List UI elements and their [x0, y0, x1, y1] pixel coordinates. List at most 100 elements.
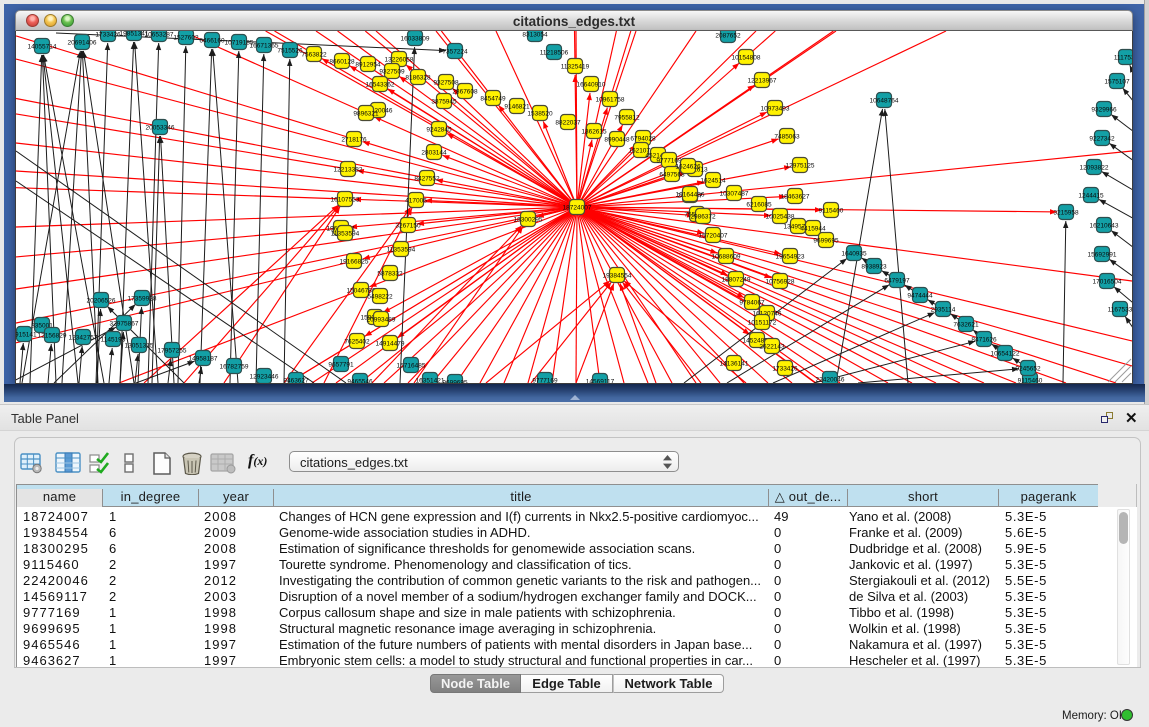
svg-text:20206526: 20206526	[87, 297, 116, 304]
svg-text:9463627: 9463627	[283, 377, 309, 383]
svg-text:18807249: 18807249	[722, 276, 751, 283]
svg-text:1167533: 1167533	[1108, 306, 1132, 313]
svg-text:9227342: 9227342	[1089, 135, 1115, 142]
svg-text:11353594: 11353594	[387, 246, 416, 253]
svg-text:9146821: 9146821	[504, 103, 530, 110]
svg-text:15692991: 15692991	[1088, 251, 1117, 258]
svg-text:12342757: 12342757	[69, 334, 98, 341]
svg-text:16782759: 16782759	[220, 363, 249, 370]
svg-text:14958187: 14958187	[189, 355, 218, 362]
svg-text:1538520: 1538520	[527, 110, 553, 117]
svg-text:1362615: 1362615	[581, 128, 607, 135]
svg-text:16033809: 16033809	[401, 35, 430, 42]
svg-text:9115460: 9115460	[819, 207, 844, 214]
svg-text:9465546: 9465546	[347, 378, 373, 383]
svg-text:11353594: 11353594	[331, 230, 360, 237]
svg-text:20053346: 20053346	[146, 124, 175, 131]
svg-text:10653287: 10653287	[145, 31, 174, 38]
svg-text:9657791: 9657791	[328, 361, 354, 368]
svg-text:16210643: 16210643	[1090, 222, 1119, 229]
svg-text:12213382: 12213382	[334, 166, 363, 173]
svg-text:2803144: 2803144	[421, 149, 447, 156]
svg-text:13226058: 13226058	[385, 56, 414, 63]
svg-text:14136141: 14136141	[720, 360, 749, 367]
svg-text:9777169: 9777169	[532, 377, 558, 383]
svg-text:2986372: 2986372	[690, 213, 716, 220]
svg-text:9242845: 9242845	[426, 126, 452, 133]
svg-text:12093822: 12093822	[1080, 164, 1109, 171]
svg-text:20993489: 20993489	[367, 316, 396, 323]
svg-text:10025438: 10025438	[766, 213, 795, 220]
svg-text:1733426: 1733426	[95, 31, 121, 38]
svg-text:8660128: 8660128	[329, 58, 355, 65]
svg-text:9699695: 9699695	[442, 379, 468, 383]
svg-text:13051315: 13051315	[125, 342, 154, 349]
svg-text:1244415: 1244415	[1078, 192, 1104, 199]
svg-text:17016504: 17016504	[1093, 278, 1122, 285]
svg-text:11218506: 11218506	[540, 49, 569, 56]
svg-text:417006: 417006	[405, 197, 427, 204]
svg-text:1117532: 1117532	[1114, 54, 1132, 61]
svg-text:6216085: 6216085	[746, 201, 772, 208]
svg-text:2935114: 2935114	[931, 306, 956, 313]
svg-text:2522143: 2522143	[759, 343, 785, 350]
svg-text:22420046: 22420046	[816, 376, 845, 383]
svg-text:16351421: 16351421	[416, 377, 445, 383]
svg-text:1527602: 1527602	[173, 34, 199, 41]
svg-text:10648764: 10648764	[870, 97, 899, 104]
svg-text:12975125: 12975125	[786, 162, 815, 169]
svg-text:8186328: 8186328	[405, 74, 431, 81]
svg-text:11325419: 11325419	[561, 63, 590, 70]
svg-text:16107553: 16107553	[331, 196, 360, 203]
svg-text:6479197: 6479197	[884, 277, 910, 284]
svg-text:5498222: 5498222	[367, 293, 393, 300]
svg-text:9329966: 9329966	[1091, 106, 1117, 113]
svg-text:18300295: 18300295	[514, 216, 543, 223]
svg-text:14569117: 14569117	[586, 378, 615, 383]
svg-text:17359928: 17359928	[128, 295, 157, 302]
svg-text:32975867: 32975867	[110, 320, 139, 327]
svg-text:12923446: 12923446	[250, 373, 279, 380]
svg-text:15716485: 15716485	[397, 362, 426, 369]
svg-text:9784067: 9784067	[739, 299, 765, 306]
svg-text:8912954: 8912954	[355, 61, 381, 68]
svg-text:12213967: 12213967	[748, 77, 777, 84]
svg-text:9896321: 9896321	[353, 110, 379, 117]
svg-text:7357224: 7357224	[442, 48, 468, 55]
svg-text:8938923: 8938923	[861, 263, 887, 270]
svg-text:6466160: 6466160	[199, 37, 225, 44]
svg-text:8454749: 8454749	[480, 95, 506, 102]
svg-text:10151172: 10151172	[748, 319, 777, 326]
svg-text:19654923: 19654923	[776, 253, 805, 260]
svg-text:7955812: 7955812	[614, 114, 640, 121]
svg-text:2087652: 2087652	[715, 32, 741, 39]
svg-text:8471626: 8471626	[971, 336, 997, 343]
svg-text:5878332: 5878332	[377, 270, 403, 277]
svg-text:14914479: 14914479	[376, 340, 405, 347]
svg-text:1624626: 1624626	[675, 163, 701, 170]
svg-text:9327509: 9327509	[379, 68, 405, 75]
svg-text:10164486: 10164486	[676, 191, 705, 198]
svg-text:17957255: 17957255	[158, 347, 187, 354]
svg-text:10756928: 10756928	[766, 278, 795, 285]
svg-text:16671365: 16671365	[250, 42, 279, 49]
svg-text:1624514: 1624514	[700, 177, 726, 184]
svg-text:10688609: 10688609	[712, 253, 741, 260]
svg-text:9115460: 9115460	[1018, 377, 1043, 383]
svg-text:3215958: 3215958	[1053, 209, 1079, 216]
svg-text:8313054: 8313054	[522, 31, 548, 38]
svg-text:1145193: 1145193	[101, 336, 126, 343]
svg-text:10654122: 10654122	[991, 350, 1020, 357]
svg-text:9915141: 9915141	[16, 331, 37, 338]
svg-text:3875945: 3875945	[431, 98, 457, 105]
svg-text:15720407: 15720407	[699, 232, 728, 239]
svg-text:9245652: 9245652	[1015, 365, 1041, 372]
svg-text:14055714: 14055714	[28, 43, 57, 50]
svg-text:10961758: 10961758	[596, 96, 625, 103]
svg-text:10973493: 10973493	[761, 105, 790, 112]
svg-text:20691406: 20691406	[68, 39, 97, 46]
svg-text:16543362: 16543362	[366, 81, 395, 88]
svg-text:12156829: 12156829	[38, 332, 67, 339]
svg-text:8990448: 8990448	[604, 136, 630, 143]
svg-text:6794028: 6794028	[630, 135, 656, 142]
